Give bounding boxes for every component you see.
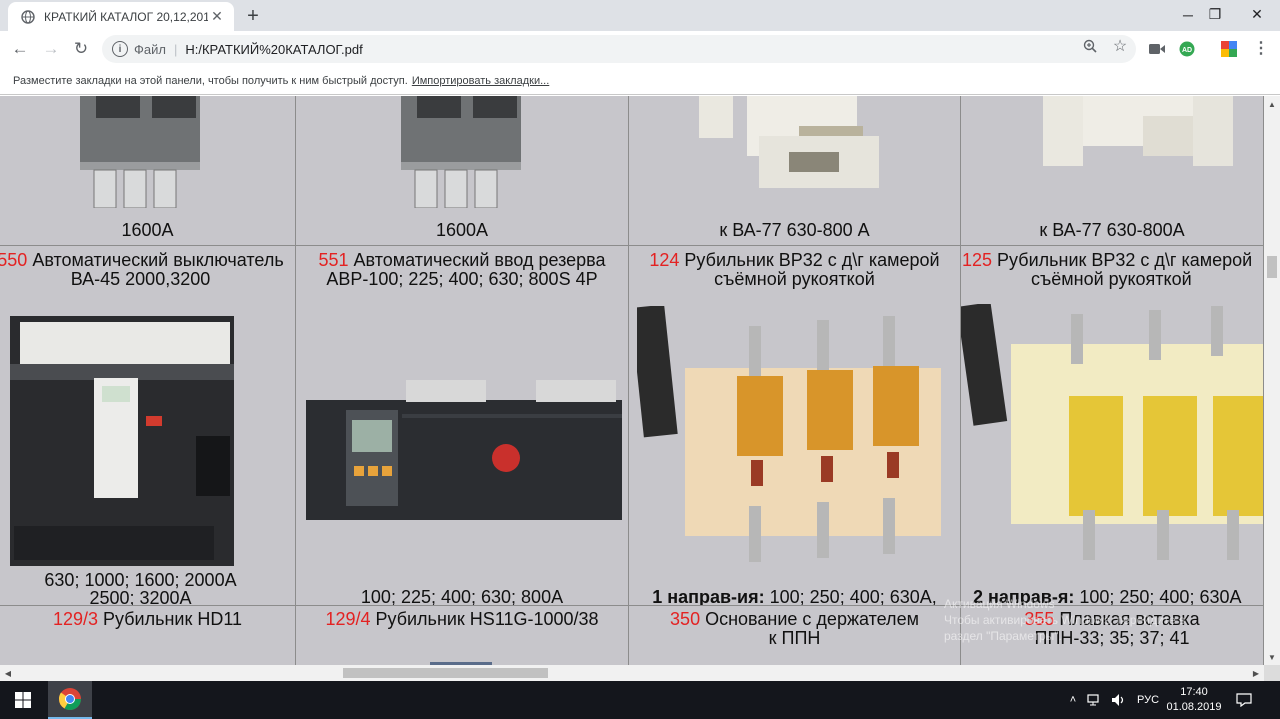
catalog-cell: 1600A: [296, 96, 629, 246]
adguard-extension-icon[interactable]: AD: [1178, 40, 1196, 58]
catalog-number: 124: [649, 250, 680, 270]
catalog-cell: к ВА-77 630-800 А: [629, 96, 961, 246]
item-model: АВР-100; 225; 400; 630; 800S 4P: [326, 269, 598, 289]
new-tab-button[interactable]: +: [242, 5, 264, 27]
catalog-number: 350: [670, 609, 701, 629]
clock-date: 01.08.2019: [1166, 701, 1222, 713]
scroll-up-arrow-icon[interactable]: ▲: [1264, 96, 1280, 112]
catalog-cell: 129/4 Рубильник HS11G-1000/38: [296, 606, 629, 665]
ats-image: [306, 380, 622, 520]
language-indicator[interactable]: РУС: [1134, 681, 1162, 719]
horizontal-scroll-thumb[interactable]: [343, 668, 548, 678]
windows-start-icon[interactable]: [0, 681, 46, 719]
camera-extension-icon[interactable]: [1148, 40, 1166, 58]
menu-kebab-icon[interactable]: ⋮: [1252, 39, 1270, 57]
cell-caption: к ВА-77 630-800А: [1039, 220, 1185, 240]
tab-title: КРАТКИЙ КАТАЛОГ 20,12,2018.pdf: [44, 9, 208, 24]
item-model: съёмной рукояткой: [714, 269, 875, 289]
cell-caption: 1600A: [435, 220, 489, 240]
item-header: 129/4 Рубильник HS11G-1000/38: [325, 609, 599, 629]
item-spec: 1 направ-ия: 100; 250; 400; 630А,: [652, 587, 937, 606]
item-header: 550 Автоматический выключатель: [0, 251, 295, 270]
item-model: съёмной рукояткой: [1031, 269, 1192, 289]
horizontal-scrollbar[interactable]: ◀ ▶: [0, 665, 1264, 681]
accessory-image: [1043, 96, 1233, 166]
bookmarks-bar: Разместите закладки на этой панели, чтоб…: [0, 67, 1280, 95]
tab-close-icon[interactable]: ✕: [208, 8, 226, 26]
switch-disconnector-image: [961, 304, 1263, 560]
tray-chevron-icon[interactable]: ˄: [1066, 681, 1080, 719]
item-spec: 100; 225; 400; 630; 800А: [360, 587, 564, 606]
item-model: к ППН: [768, 628, 821, 648]
item-header: 124 Рубильник ВР32 с д\г камерой: [649, 250, 940, 270]
import-bookmarks-link[interactable]: Импортировать закладки...: [412, 75, 549, 87]
item-model: ВА-45 2000,3200: [70, 269, 211, 289]
switch-disconnector-image: [637, 306, 941, 562]
item-header: 125 Рубильник ВР32 с д\г камерой: [962, 250, 1253, 270]
clock-time: 17:40: [1180, 686, 1208, 698]
globe-icon: [20, 9, 36, 25]
catalog-cell: 129/3 Рубильник HD11: [0, 606, 296, 665]
item-header: 551 Автоматический ввод резерва: [318, 250, 606, 270]
chrome-taskbar-icon[interactable]: [48, 681, 92, 719]
vertical-scrollbar[interactable]: ▲ ▼: [1264, 96, 1280, 665]
restore-button[interactable]: ❐: [1192, 0, 1238, 29]
catalog-number: 129/3: [52, 609, 99, 629]
catalog-cell: 124 Рубильник ВР32 с д\г камерой съёмной…: [629, 246, 961, 606]
catalog-number: 551: [318, 250, 349, 270]
item-header: 350 Основание с держателем: [670, 609, 919, 629]
address-bar[interactable]: i Файл | H:/КРАТКИЙ%20КАТАЛОГ.pdf: [102, 35, 1136, 63]
bookmark-star-icon[interactable]: ☆: [1111, 37, 1129, 55]
catalog-number: 125: [962, 250, 993, 270]
catalog-cell: 125 Рубильник ВР32 с д\г камерой съёмной…: [961, 246, 1264, 606]
cell-caption: к ВА-77 630-800 А: [719, 220, 870, 240]
address-separator: |: [173, 41, 178, 57]
back-button[interactable]: ←: [7, 36, 33, 62]
item-header: 129/3 Рубильник HD11: [52, 609, 243, 629]
catalog-cell: к ВА-77 630-800А: [961, 96, 1264, 246]
clock[interactable]: 17:40 01.08.2019: [1166, 685, 1222, 715]
pdf-viewport[interactable]: 1600A 1600A к ВА-77 630-800 А к ВА-77 63…: [0, 96, 1264, 665]
activation-watermark: Активация Windows Чтобы активировать Win…: [944, 597, 1186, 643]
catalog-cell: 550 Автоматический выключатель ВА-45 200…: [0, 246, 296, 606]
air-breaker-image: [10, 316, 234, 566]
toolbar: ← → ↻ i Файл | H:/КРАТКИЙ%20КАТАЛОГ.pdf …: [0, 31, 1280, 67]
catalog-cell: 1600A: [0, 96, 296, 246]
browser-window: КРАТКИЙ КАТАЛОГ 20,12,2018.pdf ✕ + ─ ❐ ✕…: [0, 0, 1280, 719]
zoom-icon[interactable]: [1081, 37, 1099, 55]
accessory-image: [699, 96, 879, 188]
address-scheme: Файл: [134, 41, 166, 57]
taskbar: ˄ РУС 17:40 01.08.2019: [0, 681, 1280, 719]
tab-active[interactable]: КРАТКИЙ КАТАЛОГ 20,12,2018.pdf ✕: [8, 2, 234, 31]
bookmarks-hint: Разместите закладки на этой панели, чтоб…: [13, 74, 408, 87]
scroll-left-arrow-icon[interactable]: ◀: [0, 665, 16, 681]
address-url[interactable]: H:/КРАТКИЙ%20КАТАЛОГ.pdf: [185, 42, 362, 57]
forward-button[interactable]: →: [38, 36, 64, 62]
scroll-corner: [1264, 665, 1280, 681]
cell-caption: 1600A: [121, 220, 174, 240]
breaker-image: [401, 96, 521, 208]
network-icon[interactable]: [1086, 681, 1104, 719]
catalog-number: 129/4: [325, 609, 371, 629]
reload-button[interactable]: ↻: [68, 36, 94, 62]
scroll-down-arrow-icon[interactable]: ▼: [1264, 649, 1280, 665]
vertical-scroll-thumb[interactable]: [1267, 256, 1277, 278]
breaker-image: [80, 96, 200, 208]
colorful-extension-icon[interactable]: [1220, 40, 1238, 58]
catalog-cell: 350 Основание с держателем к ППН: [629, 606, 961, 665]
catalog-cell: 551 Автоматический ввод резерва АВР-100;…: [296, 246, 629, 606]
scroll-right-arrow-icon[interactable]: ▶: [1248, 665, 1264, 681]
close-window-button[interactable]: ✕: [1234, 0, 1280, 29]
svg-text:AD: AD: [1182, 47, 1192, 54]
item-spec: 2500; 3200А: [89, 588, 192, 606]
info-icon[interactable]: i: [112, 41, 128, 57]
tab-strip: КРАТКИЙ КАТАЛОГ 20,12,2018.pdf ✕ + ─ ❐ ✕: [0, 0, 1280, 31]
volume-icon[interactable]: [1110, 681, 1128, 719]
notifications-icon[interactable]: [1234, 681, 1254, 719]
catalog-number: 550: [0, 250, 28, 270]
